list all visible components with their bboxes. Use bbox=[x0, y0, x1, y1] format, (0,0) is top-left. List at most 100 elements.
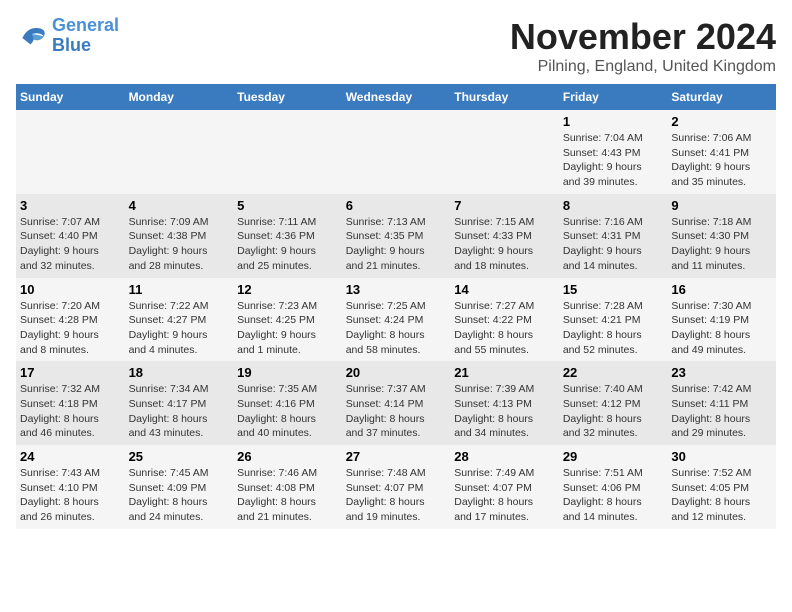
day-number: 5 bbox=[237, 198, 338, 213]
day-info: Sunrise: 7:22 AM Sunset: 4:27 PM Dayligh… bbox=[129, 299, 230, 358]
day-info: Sunrise: 7:46 AM Sunset: 4:08 PM Dayligh… bbox=[237, 466, 338, 525]
day-number: 29 bbox=[563, 449, 664, 464]
calendar-title-block: November 2024 Pilning, England, United K… bbox=[510, 16, 776, 76]
day-info: Sunrise: 7:51 AM Sunset: 4:06 PM Dayligh… bbox=[563, 466, 664, 525]
header-monday: Monday bbox=[125, 84, 234, 110]
calendar-cell: 6Sunrise: 7:13 AM Sunset: 4:35 PM Daylig… bbox=[342, 194, 451, 278]
day-info: Sunrise: 7:16 AM Sunset: 4:31 PM Dayligh… bbox=[563, 215, 664, 274]
calendar-cell: 7 Sunrise: 7:15 AM Sunset: 4:33 PM Daylig… bbox=[450, 194, 559, 278]
calendar-table: SundayMondayTuesdayWednesdayThursdayFrid… bbox=[16, 84, 776, 529]
calendar-cell bbox=[16, 110, 125, 194]
day-number: 28 bbox=[454, 449, 555, 464]
day-info: Sunrise: 7:13 AM Sunset: 4:35 PM Dayligh… bbox=[346, 215, 447, 274]
day-info: Sunrise: 7:25 AM Sunset: 4:24 PM Dayligh… bbox=[346, 299, 447, 358]
day-info: Sunrise: 7:42 AM Sunset: 4:11 PM Dayligh… bbox=[671, 382, 772, 441]
day-number: 7 bbox=[454, 198, 555, 213]
day-number: 11 bbox=[129, 282, 230, 297]
day-info: Sunrise: 7:52 AM Sunset: 4:05 PM Dayligh… bbox=[671, 466, 772, 525]
day-info: Sunrise: 7:48 AM Sunset: 4:07 PM Dayligh… bbox=[346, 466, 447, 525]
calendar-cell bbox=[450, 110, 559, 194]
calendar-week-row: 1 Sunrise: 7:04 AM Sunset: 4:43 PM Daylig… bbox=[16, 110, 776, 194]
day-info: Sunrise: 7:39 AM Sunset: 4:13 PM Dayligh… bbox=[454, 382, 555, 441]
calendar-cell: 2Sunrise: 7:06 AM Sunset: 4:41 PM Daylig… bbox=[667, 110, 776, 194]
header-friday: Friday bbox=[559, 84, 668, 110]
day-info: Sunrise: 7:23 AM Sunset: 4:25 PM Dayligh… bbox=[237, 299, 338, 358]
day-number: 26 bbox=[237, 449, 338, 464]
day-number: 10 bbox=[20, 282, 121, 297]
header-thursday: Thursday bbox=[450, 84, 559, 110]
day-number: 22 bbox=[563, 365, 664, 380]
calendar-cell bbox=[342, 110, 451, 194]
day-number: 25 bbox=[129, 449, 230, 464]
day-number: 2 bbox=[671, 114, 772, 129]
logo-text: General Blue bbox=[52, 16, 119, 56]
day-info: Sunrise: 7:34 AM Sunset: 4:17 PM Dayligh… bbox=[129, 382, 230, 441]
day-info: Sunrise: 7:32 AM Sunset: 4:18 PM Dayligh… bbox=[20, 382, 121, 441]
day-number: 19 bbox=[237, 365, 338, 380]
calendar-cell: 17 Sunrise: 7:32 AM Sunset: 4:18 PM Dayli… bbox=[16, 361, 125, 445]
calendar-cell: 5 Sunrise: 7:11 AM Sunset: 4:36 PM Daylig… bbox=[233, 194, 342, 278]
calendar-cell: 28 Sunrise: 7:49 AM Sunset: 4:07 PM Dayli… bbox=[450, 445, 559, 529]
day-number: 24 bbox=[20, 449, 121, 464]
day-number: 16 bbox=[671, 282, 772, 297]
day-number: 23 bbox=[671, 365, 772, 380]
calendar-cell: 21 Sunrise: 7:39 AM Sunset: 4:13 PM Dayli… bbox=[450, 361, 559, 445]
day-info: Sunrise: 7:09 AM Sunset: 4:38 PM Dayligh… bbox=[129, 215, 230, 274]
day-info: Sunrise: 7:27 AM Sunset: 4:22 PM Dayligh… bbox=[454, 299, 555, 358]
calendar-header-row: SundayMondayTuesdayWednesdayThursdayFrid… bbox=[16, 84, 776, 110]
day-number: 21 bbox=[454, 365, 555, 380]
calendar-cell: 29 Sunrise: 7:51 AM Sunset: 4:06 PM Dayli… bbox=[559, 445, 668, 529]
header-saturday: Saturday bbox=[667, 84, 776, 110]
calendar-cell: 8 Sunrise: 7:16 AM Sunset: 4:31 PM Daylig… bbox=[559, 194, 668, 278]
day-info: Sunrise: 7:04 AM Sunset: 4:43 PM Dayligh… bbox=[563, 131, 664, 190]
header-tuesday: Tuesday bbox=[233, 84, 342, 110]
calendar-location: Pilning, England, United Kingdom bbox=[510, 58, 776, 76]
day-info: Sunrise: 7:49 AM Sunset: 4:07 PM Dayligh… bbox=[454, 466, 555, 525]
page-header: General Blue November 2024 Pilning, Engl… bbox=[16, 16, 776, 76]
day-number: 12 bbox=[237, 282, 338, 297]
day-info: Sunrise: 7:43 AM Sunset: 4:10 PM Dayligh… bbox=[20, 466, 121, 525]
calendar-cell: 18 Sunrise: 7:34 AM Sunset: 4:17 PM Dayli… bbox=[125, 361, 234, 445]
calendar-cell: 9Sunrise: 7:18 AM Sunset: 4:30 PM Daylig… bbox=[667, 194, 776, 278]
day-number: 1 bbox=[563, 114, 664, 129]
day-number: 30 bbox=[671, 449, 772, 464]
calendar-week-row: 3 Sunrise: 7:07 AM Sunset: 4:40 PM Daylig… bbox=[16, 194, 776, 278]
calendar-cell: 11 Sunrise: 7:22 AM Sunset: 4:27 PM Dayli… bbox=[125, 278, 234, 362]
day-info: Sunrise: 7:18 AM Sunset: 4:30 PM Dayligh… bbox=[671, 215, 772, 274]
day-number: 13 bbox=[346, 282, 447, 297]
day-info: Sunrise: 7:30 AM Sunset: 4:19 PM Dayligh… bbox=[671, 299, 772, 358]
day-number: 20 bbox=[346, 365, 447, 380]
calendar-cell bbox=[125, 110, 234, 194]
day-number: 18 bbox=[129, 365, 230, 380]
day-info: Sunrise: 7:37 AM Sunset: 4:14 PM Dayligh… bbox=[346, 382, 447, 441]
day-info: Sunrise: 7:15 AM Sunset: 4:33 PM Dayligh… bbox=[454, 215, 555, 274]
day-number: 3 bbox=[20, 198, 121, 213]
calendar-cell: 27 Sunrise: 7:48 AM Sunset: 4:07 PM Dayli… bbox=[342, 445, 451, 529]
day-info: Sunrise: 7:28 AM Sunset: 4:21 PM Dayligh… bbox=[563, 299, 664, 358]
day-info: Sunrise: 7:40 AM Sunset: 4:12 PM Dayligh… bbox=[563, 382, 664, 441]
calendar-week-row: 24 Sunrise: 7:43 AM Sunset: 4:10 PM Dayli… bbox=[16, 445, 776, 529]
calendar-cell: 12 Sunrise: 7:23 AM Sunset: 4:25 PM Dayli… bbox=[233, 278, 342, 362]
calendar-week-row: 17 Sunrise: 7:32 AM Sunset: 4:18 PM Dayli… bbox=[16, 361, 776, 445]
day-number: 27 bbox=[346, 449, 447, 464]
calendar-cell: 4 Sunrise: 7:09 AM Sunset: 4:38 PM Daylig… bbox=[125, 194, 234, 278]
calendar-cell bbox=[233, 110, 342, 194]
header-sunday: Sunday bbox=[16, 84, 125, 110]
calendar-cell: 23 Sunrise: 7:42 AM Sunset: 4:11 PM Dayli… bbox=[667, 361, 776, 445]
day-number: 8 bbox=[563, 198, 664, 213]
day-number: 17 bbox=[20, 365, 121, 380]
calendar-cell: 20 Sunrise: 7:37 AM Sunset: 4:14 PM Dayli… bbox=[342, 361, 451, 445]
day-info: Sunrise: 7:35 AM Sunset: 4:16 PM Dayligh… bbox=[237, 382, 338, 441]
calendar-cell: 30 Sunrise: 7:52 AM Sunset: 4:05 PM Dayli… bbox=[667, 445, 776, 529]
day-info: Sunrise: 7:45 AM Sunset: 4:09 PM Dayligh… bbox=[129, 466, 230, 525]
calendar-cell: 19 Sunrise: 7:35 AM Sunset: 4:16 PM Dayli… bbox=[233, 361, 342, 445]
calendar-cell: 26 Sunrise: 7:46 AM Sunset: 4:08 PM Dayli… bbox=[233, 445, 342, 529]
logo: General Blue bbox=[16, 16, 119, 56]
day-number: 4 bbox=[129, 198, 230, 213]
day-number: 14 bbox=[454, 282, 555, 297]
calendar-cell: 13 Sunrise: 7:25 AM Sunset: 4:24 PM Dayli… bbox=[342, 278, 451, 362]
logo-icon bbox=[16, 22, 48, 50]
day-info: Sunrise: 7:11 AM Sunset: 4:36 PM Dayligh… bbox=[237, 215, 338, 274]
calendar-cell: 3 Sunrise: 7:07 AM Sunset: 4:40 PM Daylig… bbox=[16, 194, 125, 278]
day-info: Sunrise: 7:07 AM Sunset: 4:40 PM Dayligh… bbox=[20, 215, 121, 274]
